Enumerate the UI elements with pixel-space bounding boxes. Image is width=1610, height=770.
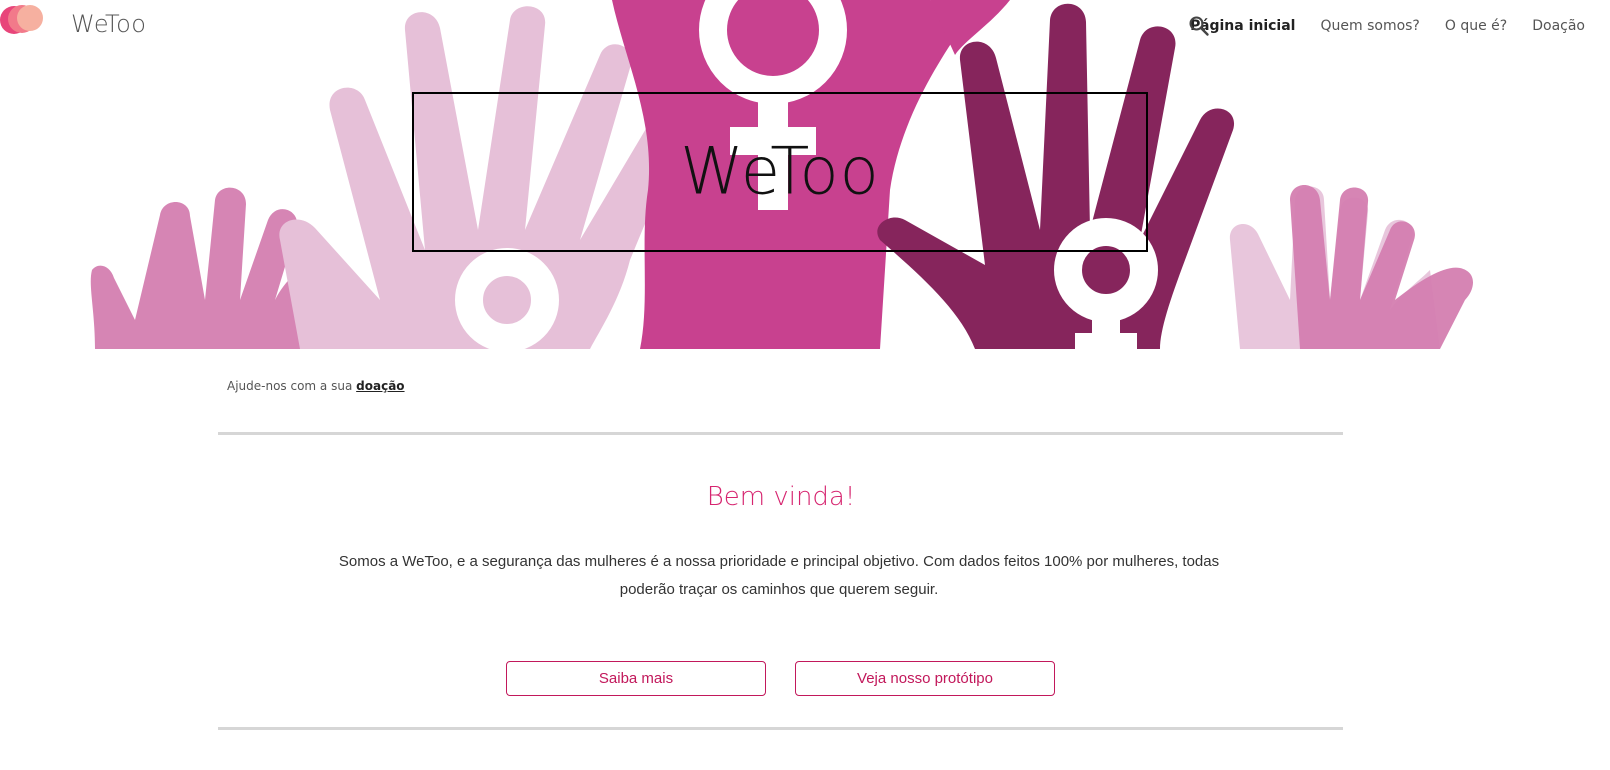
main-nav: Página inicial Quem somos? O que é? Doaç… [1188, 15, 1610, 37]
donate-line: Ajude-nos com a sua doação [227, 379, 405, 393]
nav-item-quem-somos[interactable]: Quem somos? [1320, 18, 1419, 34]
site-name[interactable]: WeToo [71, 10, 146, 38]
search-icon[interactable] [1188, 15, 1210, 37]
nav-item-o-que-e[interactable]: O que é? [1445, 18, 1507, 34]
donate-prefix: Ajude-nos com a sua [227, 379, 353, 393]
intro-text: Somos a WeToo, e a segurança das mulhere… [338, 553, 1220, 598]
divider-bottom [218, 727, 1343, 730]
hero-title-box: WeToo [412, 92, 1148, 252]
hero-banner: WeToo Página inicial Quem somos? O que é… [0, 0, 1610, 349]
welcome-title: Bem vinda! [706, 482, 856, 512]
divider-top [218, 432, 1343, 435]
learn-more-button[interactable]: Saiba mais [506, 661, 766, 696]
page: WeToo Página inicial Quem somos? O que é… [0, 0, 1610, 770]
donate-link[interactable]: doação [356, 379, 404, 393]
hero-title: WeToo [680, 134, 880, 210]
view-prototype-button[interactable]: Veja nosso protótipo [795, 661, 1055, 696]
nav-item-doacao[interactable]: Doação [1532, 18, 1585, 34]
faces-profile-logo-icon[interactable] [0, 0, 44, 38]
